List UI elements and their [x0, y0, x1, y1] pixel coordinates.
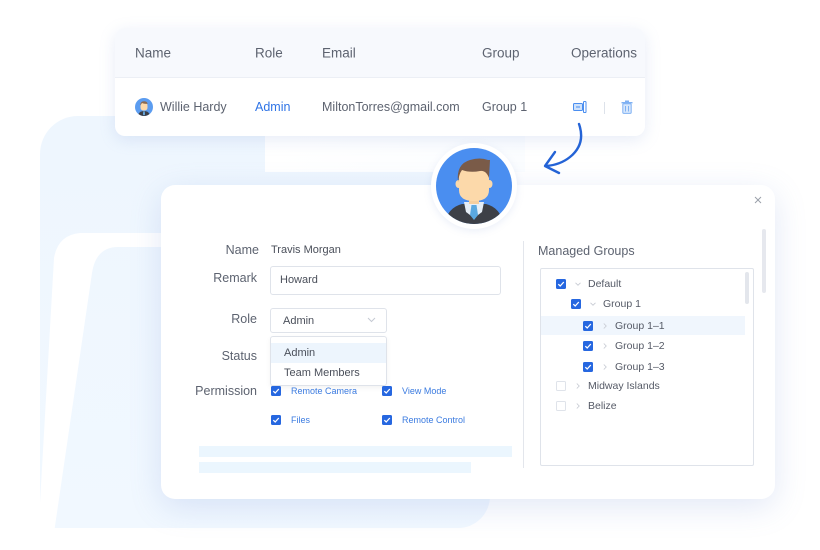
managed-groups-tree: Default Group 1 Group 1–1 Group 1–2 Grou… [540, 268, 754, 466]
chevron-right-icon[interactable] [601, 342, 609, 350]
trash-icon[interactable] [621, 100, 633, 114]
operations-divider [604, 102, 605, 114]
role-option-team-members[interactable]: Team Members [271, 363, 386, 383]
tree-item-group-1-2[interactable]: Group 1–2 [541, 336, 665, 355]
profile-avatar[interactable] [431, 143, 517, 229]
header-group: Group [482, 45, 520, 60]
role-label: Role [231, 312, 257, 326]
user-avatar-icon [436, 148, 512, 224]
permission-label: Permission [195, 384, 257, 398]
role-option-admin[interactable]: Admin [271, 343, 386, 363]
permission-label-text: Remote Control [402, 415, 466, 425]
tree-item-label: Group 1 [603, 297, 641, 310]
user-avatar-icon [135, 98, 153, 116]
chevron-right-icon[interactable] [574, 402, 582, 410]
chevron-right-icon[interactable] [601, 322, 609, 330]
close-icon[interactable] [753, 195, 763, 205]
chevron-down-icon[interactable] [589, 300, 597, 308]
chevron-down-icon [367, 317, 376, 323]
remark-input[interactable]: Howard [270, 266, 501, 295]
permission-remote-camera[interactable]: Remote Camera [271, 386, 357, 396]
edit-icon[interactable] [573, 101, 588, 114]
tree-item-label: Belize [588, 399, 617, 412]
user-role-link[interactable]: Admin [255, 100, 290, 114]
chevron-down-icon[interactable] [574, 280, 582, 288]
role-select[interactable]: Admin [270, 308, 387, 333]
name-label: Name [225, 243, 259, 257]
header-name: Name [135, 45, 172, 60]
user-email: MiltonTorres@gmail.com [322, 100, 460, 114]
tree-item-group-1[interactable]: Group 1 [541, 294, 641, 313]
checkbox-checked-icon[interactable] [583, 320, 593, 331]
status-label: Status [221, 349, 257, 363]
tree-item-default[interactable]: Default [541, 274, 621, 293]
tree-item-label: Group 1–3 [615, 360, 665, 373]
tree-item-label: Midway Islands [588, 379, 660, 392]
role-select-value: Admin [283, 315, 315, 327]
permission-files[interactable]: Files [271, 415, 310, 425]
checkbox-checked-icon[interactable] [571, 298, 581, 309]
table-header: Name Role Email Group Operations [115, 28, 645, 78]
tree-item-label: Default [588, 277, 622, 290]
tree-item-group-1-1[interactable]: Group 1–1 [541, 316, 745, 335]
placeholder-bar [199, 462, 471, 473]
tree-scrollbar[interactable] [745, 272, 749, 304]
header-role: Role [255, 45, 283, 60]
checkbox-unchecked-icon[interactable] [556, 380, 566, 391]
user-table: Name Role Email Group Operations Willie … [115, 28, 645, 136]
tree-item-label: Group 1–1 [615, 319, 665, 332]
remark-label: Remark [213, 271, 257, 285]
checkbox-checked-icon[interactable] [382, 415, 392, 425]
curved-arrow-icon [543, 122, 583, 175]
permission-view-mode[interactable]: View Mode [382, 386, 446, 396]
name-value: Travis Morgan [271, 244, 341, 256]
column-divider [523, 241, 524, 468]
checkbox-checked-icon[interactable] [583, 361, 593, 372]
user-group: Group 1 [482, 100, 528, 114]
chevron-right-icon[interactable] [601, 363, 609, 371]
placeholder-bar [199, 446, 512, 457]
permission-remote-control[interactable]: Remote Control [382, 415, 465, 425]
checkbox-checked-icon[interactable] [583, 340, 593, 351]
header-email: Email [322, 45, 356, 60]
header-operations: Operations [571, 45, 638, 60]
edit-user-modal: Name Travis Morgan Remark Howard Role Ad… [161, 185, 775, 499]
checkbox-checked-icon[interactable] [271, 415, 281, 425]
tree-item-label: Group 1–2 [615, 339, 665, 352]
checkbox-checked-icon[interactable] [271, 386, 281, 396]
modal-scrollbar[interactable] [762, 229, 766, 293]
checkbox-unchecked-icon[interactable] [556, 400, 566, 411]
managed-groups-title: Managed Groups [538, 244, 635, 258]
tree-item-midway-islands[interactable]: Midway Islands [541, 376, 660, 395]
tree-item-group-1-3[interactable]: Group 1–3 [541, 357, 665, 376]
role-dropdown: Admin Team Members [270, 336, 387, 386]
chevron-right-icon[interactable] [574, 382, 582, 390]
permission-label-text: Files [291, 415, 311, 425]
checkbox-checked-icon[interactable] [382, 386, 392, 396]
checkbox-checked-icon[interactable] [556, 278, 566, 289]
permission-label-text: Remote Camera [291, 386, 358, 396]
user-name: Willie Hardy [160, 100, 227, 114]
tree-item-belize[interactable]: Belize [541, 396, 617, 415]
permission-label-text: View Mode [402, 386, 447, 396]
